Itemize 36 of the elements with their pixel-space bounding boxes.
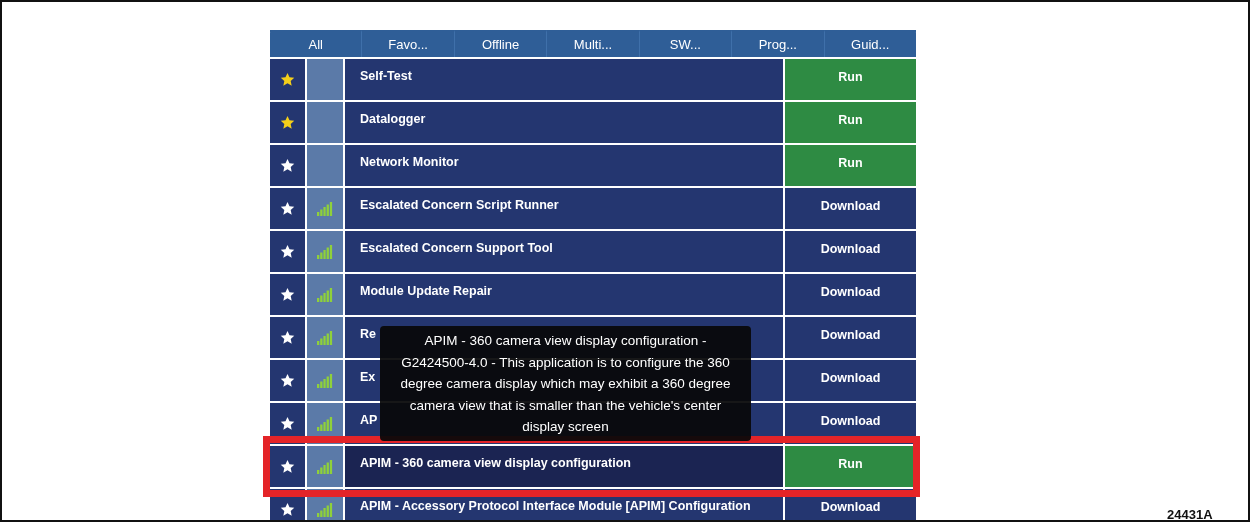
tab[interactable]: Favo... <box>361 30 454 57</box>
run-button[interactable]: Run <box>785 446 916 487</box>
download-button[interactable]: Download <box>785 317 916 358</box>
run-button[interactable]: Run <box>785 102 916 143</box>
star-icon[interactable] <box>280 115 295 130</box>
star-icon[interactable] <box>280 459 295 474</box>
star-icon[interactable] <box>280 201 295 216</box>
tab[interactable]: Guid... <box>823 30 916 57</box>
tab[interactable]: Multi... <box>546 30 639 57</box>
app-name[interactable]: Self-Test <box>345 59 783 100</box>
star-icon[interactable] <box>280 416 295 431</box>
download-button[interactable]: Download <box>785 188 916 229</box>
tab[interactable]: Offline <box>453 30 547 57</box>
star-icon[interactable] <box>280 330 295 345</box>
tab[interactable]: All <box>270 30 362 57</box>
star-icon[interactable] <box>280 287 295 302</box>
download-button[interactable]: Download <box>785 231 916 272</box>
download-button[interactable]: Download <box>785 360 916 401</box>
app-name[interactable]: Module Update Repair <box>345 274 783 315</box>
run-button[interactable]: Run <box>785 145 916 186</box>
app-name[interactable]: Escalated Concern Support Tool <box>345 231 783 272</box>
app-name[interactable]: Network Monitor <box>345 145 783 186</box>
star-icon[interactable] <box>280 72 295 87</box>
app-name[interactable]: APIM - 360 camera view display configuration <box>345 446 783 487</box>
star-icon[interactable] <box>280 502 295 517</box>
app-name[interactable]: Datalogger <box>345 102 783 143</box>
star-icon[interactable] <box>280 373 295 388</box>
run-button[interactable]: Run <box>785 59 916 100</box>
tooltip: APIM - 360 camera view display configuration - G2424500-4.0 - This application is to configure the 360 degree camera display which may exhibit a 360 degree camera view that is smaller than the vehicle's center display screen <box>380 326 751 441</box>
tab[interactable]: Prog... <box>731 30 824 57</box>
tab[interactable]: SW... <box>638 30 732 57</box>
figure-number: 24431A <box>1167 506 1213 520</box>
download-button[interactable]: Download <box>785 274 916 315</box>
star-icon[interactable] <box>280 244 295 259</box>
app-name[interactable]: Escalated Concern Script Runner <box>345 188 783 229</box>
star-icon[interactable] <box>280 158 295 173</box>
